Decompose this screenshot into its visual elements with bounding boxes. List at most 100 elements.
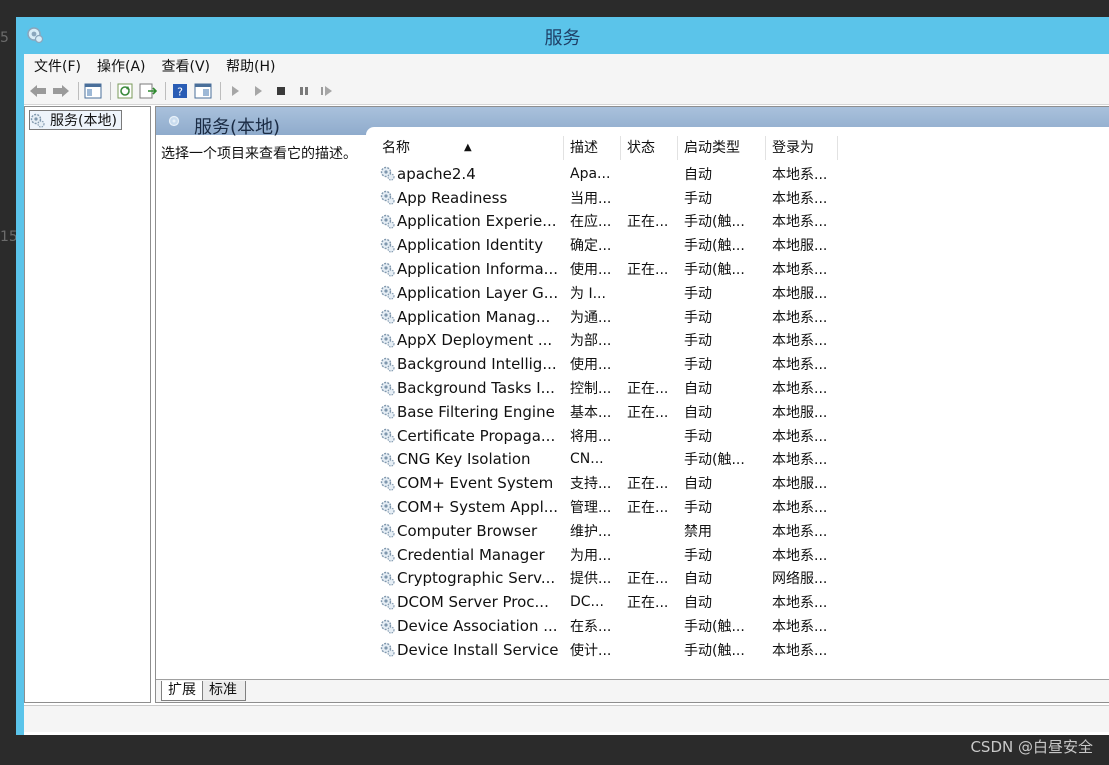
service-name-label: AppX Deployment ...	[397, 331, 553, 350]
service-gear-icon	[380, 286, 395, 300]
service-name-cell: Base Filtering Engine	[376, 403, 564, 421]
menu-help[interactable]: 帮助(H)	[226, 56, 275, 76]
column-header-description[interactable]: 描述	[564, 136, 621, 160]
table-row[interactable]: DCOM Server Proc... DC... 正在... 自动 本地系...	[376, 590, 1109, 614]
restart-service-icon[interactable]	[317, 81, 337, 101]
table-row[interactable]: apache2.4 Apa... 自动 本地系...	[376, 162, 1109, 186]
table-row[interactable]: Cryptographic Serv... 提供... 正在... 自动 网络服...	[376, 567, 1109, 591]
column-header-status[interactable]: 状态	[621, 136, 678, 160]
service-description-cell: 管理...	[570, 500, 612, 517]
service-status-cell: 正在...	[627, 476, 669, 493]
background-text-fragment: 5	[0, 30, 9, 46]
start-service-alt-icon[interactable]	[248, 81, 268, 101]
table-row[interactable]: App Readiness 当用... 手动 本地系...	[376, 186, 1109, 210]
pane-title: 服务(本地)	[194, 117, 281, 138]
status-bar	[24, 705, 1109, 732]
table-row[interactable]: COM+ System Appl... 管理... 正在... 手动 本地系...	[376, 495, 1109, 519]
table-row[interactable]: AppX Deployment ... 为部... 手动 本地系...	[376, 329, 1109, 353]
table-row[interactable]: Application Manag... 为通... 手动 本地系...	[376, 305, 1109, 329]
service-status-cell: 正在...	[627, 404, 669, 421]
service-description-cell: 为 I...	[570, 285, 606, 302]
tree-node-label: 服务(本地)	[50, 113, 117, 129]
service-name-cell: Application Layer G...	[376, 284, 564, 302]
table-row[interactable]: Certificate Propaga... 将用... 手动 本地系...	[376, 424, 1109, 448]
table-row[interactable]: COM+ Event System 支持... 正在... 自动 本地服...	[376, 471, 1109, 495]
service-name-label: Application Layer G...	[397, 283, 559, 302]
tab-standard[interactable]: 标准	[202, 681, 246, 701]
menu-file[interactable]: 文件(F)	[34, 56, 81, 76]
service-description-cell: 在系...	[570, 619, 612, 636]
refresh-icon[interactable]	[115, 81, 135, 101]
service-gear-icon	[380, 571, 395, 586]
table-row[interactable]: Computer Browser 维护... 禁用 本地系...	[376, 519, 1109, 543]
service-startup-type-cell: 手动(触...	[684, 238, 745, 255]
column-header-startup-type[interactable]: 启动类型	[678, 136, 766, 160]
service-startup-type-cell: 自动	[684, 595, 712, 612]
tree-node-services-local[interactable]: 服务(本地)	[29, 110, 122, 130]
toolbar-separator	[78, 82, 79, 100]
service-name-label: Cryptographic Serv...	[397, 569, 556, 588]
service-logon-as-cell: 本地系...	[772, 333, 828, 350]
service-startup-type-cell: 自动	[684, 476, 712, 493]
service-startup-type-cell: 手动	[684, 333, 712, 350]
table-row[interactable]: Background Tasks I... 控制... 正在... 自动 本地系...	[376, 376, 1109, 400]
toolbar-separator	[220, 82, 221, 100]
column-header-name[interactable]: 名称 ▲	[376, 136, 564, 160]
service-name-cell: Background Intellig...	[376, 355, 564, 373]
service-startup-type-cell: 自动	[684, 404, 712, 421]
service-description-cell: 在应...	[570, 214, 612, 231]
menu-view[interactable]: 查看(V)	[162, 56, 211, 76]
service-logon-as-cell: 网络服...	[772, 571, 828, 588]
service-name-cell: Application Identity	[376, 236, 564, 254]
service-name-label: Background Tasks I...	[397, 379, 555, 398]
service-name-label: Application Informa...	[397, 260, 558, 279]
table-row[interactable]: CNG Key Isolation CN... 手动(触... 本地系...	[376, 448, 1109, 472]
service-logon-as-cell: 本地系...	[772, 262, 828, 279]
properties-icon[interactable]	[193, 81, 213, 101]
table-row[interactable]: Base Filtering Engine 基本... 正在... 自动 本地服...	[376, 400, 1109, 424]
service-gear-icon	[380, 619, 395, 634]
service-name-cell: Certificate Propaga...	[376, 427, 564, 445]
watermark: CSDN @白昼安全	[970, 738, 1093, 756]
help-icon[interactable]: ?	[170, 81, 190, 101]
service-gear-icon	[380, 381, 395, 396]
title-bar[interactable]: 服务	[16, 17, 1109, 53]
table-row[interactable]: Application Experie... 在应... 正在... 手动(触... 本…	[376, 210, 1109, 234]
service-name-cell: Application Informa...	[376, 260, 564, 278]
service-description-cell: 提供...	[570, 571, 612, 588]
service-name-cell: Background Tasks I...	[376, 379, 564, 397]
table-row[interactable]: Application Identity 确定... 手动(触... 本地服...	[376, 233, 1109, 257]
back-arrow-icon[interactable]	[28, 81, 48, 101]
forward-arrow-icon[interactable]	[51, 81, 71, 101]
table-row[interactable]: Background Intellig... 使用... 手动 本地系...	[376, 352, 1109, 376]
menu-action[interactable]: 操作(A)	[97, 56, 146, 76]
service-name-cell: DCOM Server Proc...	[376, 593, 564, 611]
table-row[interactable]: Device Association ... 在系... 手动(触... 本地系...	[376, 614, 1109, 638]
export-list-icon[interactable]	[138, 81, 158, 101]
service-gear-icon	[380, 643, 395, 657]
table-row[interactable]: Application Layer G... 为 I... 手动 本地服...	[376, 281, 1109, 305]
service-status-cell: 正在...	[627, 500, 669, 517]
column-header-logon-as[interactable]: 登录为	[766, 136, 838, 160]
pause-service-icon[interactable]	[294, 81, 314, 101]
service-description-cell: 为用...	[570, 547, 612, 564]
sort-ascending-icon: ▲	[464, 142, 472, 153]
service-logon-as-cell: 本地系...	[772, 214, 828, 231]
service-gear-icon	[380, 476, 395, 491]
start-service-icon[interactable]	[225, 81, 245, 101]
table-row[interactable]: Application Informa... 使用... 正在... 手动(触... 本…	[376, 257, 1109, 281]
tab-extended[interactable]: 扩展	[161, 681, 205, 701]
service-gear-icon	[380, 357, 395, 372]
table-row[interactable]: Credential Manager 为用... 手动 本地系...	[376, 543, 1109, 567]
stop-service-icon[interactable]	[271, 81, 291, 101]
view-tabs: 扩展 标准	[156, 679, 1109, 702]
service-startup-type-cell: 手动(触...	[684, 452, 745, 469]
service-description-cell: 使用...	[570, 262, 612, 279]
console-tree-icon[interactable]	[83, 81, 103, 101]
service-logon-as-cell: 本地系...	[772, 381, 828, 398]
service-logon-as-cell: 本地系...	[772, 428, 828, 445]
service-description-cell: 当用...	[570, 190, 612, 207]
table-row[interactable]: Device Install Service 使计... 手动(触... 本地系...	[376, 638, 1109, 662]
service-description-cell: 确定...	[570, 238, 612, 255]
service-startup-type-cell: 手动	[684, 500, 712, 517]
